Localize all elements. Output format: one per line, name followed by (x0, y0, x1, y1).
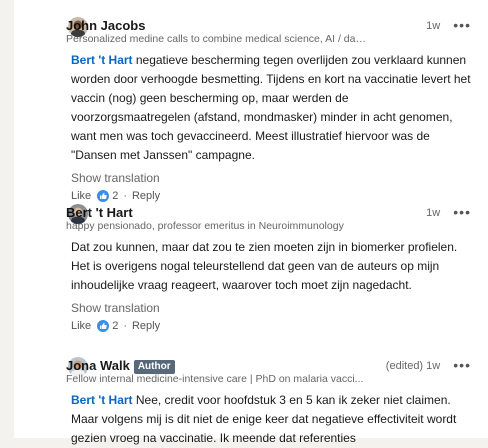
overflow-dots-icon[interactable]: ••• (453, 204, 471, 220)
like-button[interactable]: Like (71, 190, 91, 202)
author-badge: Author (133, 360, 175, 374)
commenter-name[interactable]: Bert 't Hart (66, 205, 133, 220)
commenter-name[interactable]: John Jacobs (66, 18, 145, 33)
comment-actions: Like 2 · Reply (71, 320, 161, 332)
comment-text: Bert 't Hart negatieve bescherming tegen… (71, 53, 471, 162)
comment-jona-walk: Jona Walk Author (edited) 1w ••• Fellow i… (66, 357, 471, 448)
comment-text: Bert 't Hart Nee, credit voor hoofdstuk … (71, 393, 457, 445)
reply-button[interactable]: Reply (132, 190, 160, 202)
reaction-count[interactable]: 2 (112, 320, 118, 332)
comment-time: 1w (426, 20, 441, 32)
overflow-dots-icon[interactable]: ••• (453, 357, 471, 373)
mention-link[interactable]: Bert 't Hart (71, 53, 133, 67)
reaction-count[interactable]: 2 (112, 190, 118, 202)
show-translation-link[interactable]: Show translation (66, 171, 471, 185)
comment-text: Dat zou kunnen, maar dat zou te zien moe… (71, 240, 458, 292)
comment-bert-t-hart: Bert 't Hart 1w ••• happy pensionado, pr… (66, 204, 471, 332)
show-translation-link[interactable]: Show translation (66, 301, 471, 315)
comment-time: (edited) 1w (385, 360, 441, 372)
comments-panel: John Jacobs 1w ••• Personalized medine c… (14, 0, 488, 445)
like-reaction-icon (97, 320, 110, 332)
overflow-dots-icon[interactable]: ••• (453, 17, 471, 33)
mention-link[interactable]: Bert 't Hart (71, 393, 133, 407)
like-button[interactable]: Like (71, 320, 91, 332)
like-reaction-icon (97, 190, 110, 202)
comment-actions: Like 2 · Reply (71, 190, 161, 202)
reply-button[interactable]: Reply (132, 320, 160, 332)
comment-john-jacobs: John Jacobs 1w ••• Personalized medine c… (66, 17, 471, 202)
comment-time: 1w (426, 207, 441, 219)
commenter-name[interactable]: Jona Walk (66, 358, 130, 373)
